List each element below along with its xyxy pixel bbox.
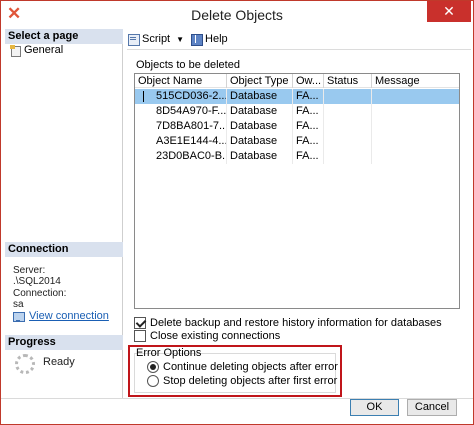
cell-object-name: 7D8BA801-7... [153, 119, 227, 134]
error-options-legend: Error Options [136, 347, 202, 359]
select-page-header: Select a page [5, 29, 123, 44]
footer-divider [1, 398, 473, 399]
progress-status: Ready [43, 356, 75, 368]
page-icon [10, 44, 21, 57]
radio-unselected-icon[interactable] [147, 375, 159, 387]
connection-value: sa [13, 299, 24, 310]
cell-message [372, 119, 459, 134]
cell-object-type: Database [227, 134, 293, 149]
chevron-down-icon[interactable]: ▼ [176, 35, 184, 44]
column-header-object-name[interactable]: Object Name [135, 74, 227, 88]
connection-properties-icon [13, 311, 25, 322]
toolbar: Script ▼ Help [127, 31, 234, 47]
cell-status [324, 149, 372, 164]
stop-after-error-radio[interactable]: Stop deleting objects after first error [147, 375, 337, 387]
stop-after-error-label: Stop deleting objects after first error [163, 375, 338, 387]
cell-owner: FA... [293, 119, 324, 134]
error-options-frame [134, 353, 336, 393]
delete-backup-history-checkbox[interactable]: Delete backup and restore history inform… [134, 316, 442, 330]
script-label: Script [142, 33, 171, 45]
column-header-status[interactable]: Status [324, 74, 372, 88]
cell-object-type: Database [227, 119, 293, 134]
table-row[interactable]: 8D54A970-F... Database FA... [135, 104, 459, 119]
error-options-group: Error Options Continue deleting objects … [128, 345, 342, 397]
table-row[interactable]: 23D0BAC0-B... Database FA... [135, 149, 459, 164]
close-button[interactable]: ✕ [427, 1, 471, 22]
cell-object-type: Database [227, 104, 293, 119]
column-header-owner[interactable]: Ow... [293, 74, 324, 88]
checkbox-checked-icon[interactable] [134, 317, 146, 329]
toolbar-divider [127, 49, 471, 50]
cell-object-type: Database [227, 149, 293, 164]
cell-message [372, 89, 459, 104]
help-label: Help [205, 33, 228, 45]
close-icon: ✕ [443, 3, 455, 19]
cell-status [324, 119, 372, 134]
script-icon [127, 33, 140, 46]
radio-selected-icon[interactable] [147, 361, 159, 373]
delete-objects-dialog: ✕ Delete Objects ✕ Select a page General… [0, 0, 474, 425]
continue-after-error-radio[interactable]: Continue deleting objects after error [147, 361, 338, 373]
left-panel: Select a page General Connection Server:… [5, 29, 123, 399]
close-connections-checkbox[interactable]: Close existing connections [134, 329, 280, 343]
help-icon [190, 33, 204, 46]
cell-object-name: 23D0BAC0-B... [153, 149, 227, 164]
cell-message [372, 134, 459, 149]
cell-owner: FA... [293, 134, 324, 149]
script-button[interactable]: Script ▼ [127, 33, 184, 46]
row-cursor-icon [135, 89, 153, 104]
window-title: Delete Objects [191, 7, 283, 23]
cell-owner: FA... [293, 149, 324, 164]
table-row[interactable]: 7D8BA801-7... Database FA... [135, 119, 459, 134]
progress-spinner-icon [15, 354, 35, 374]
page-item-general[interactable]: General [10, 43, 63, 57]
grid-header: Object Name Object Type Ow... Status Mes… [135, 74, 459, 88]
cell-message [372, 104, 459, 119]
cell-status [324, 104, 372, 119]
cell-object-name: 515CD036-2... [153, 89, 227, 104]
view-connection[interactable]: View connection [13, 310, 109, 322]
title-bar[interactable]: ✕ Delete Objects ✕ [1, 1, 473, 29]
page-item-label: General [24, 44, 64, 56]
cell-object-name: A3E1E144-4... [153, 134, 227, 149]
connection-header: Connection [5, 242, 123, 257]
cell-object-type: Database [227, 89, 293, 104]
cell-object-name: 8D54A970-F... [153, 104, 227, 119]
progress-header: Progress [5, 335, 123, 350]
server-value: .\SQL2014 [13, 276, 61, 287]
cell-status [324, 89, 372, 104]
column-header-message[interactable]: Message [372, 74, 459, 88]
table-row[interactable]: 515CD036-2... Database FA... [135, 89, 459, 104]
checkbox-unchecked-icon[interactable] [134, 330, 146, 342]
help-button[interactable]: Help [190, 33, 228, 46]
table-row[interactable]: A3E1E144-4... Database FA... [135, 134, 459, 149]
delete-backup-history-label: Delete backup and restore history inform… [150, 317, 442, 329]
cell-owner: FA... [293, 104, 324, 119]
connection-label: Connection: [13, 288, 67, 299]
server-label: Server: [13, 265, 46, 276]
continue-after-error-label: Continue deleting objects after error [163, 361, 338, 373]
close-connections-label: Close existing connections [150, 330, 281, 342]
cell-message [372, 149, 459, 164]
objects-grid[interactable]: Object Name Object Type Ow... Status Mes… [134, 73, 460, 309]
ok-button[interactable]: OK [350, 399, 399, 416]
cell-status [324, 134, 372, 149]
cancel-button[interactable]: Cancel [407, 399, 457, 416]
column-header-object-type[interactable]: Object Type [227, 74, 293, 88]
view-connection-link[interactable]: View connection [29, 310, 109, 322]
cell-owner: FA... [293, 89, 324, 104]
objects-label: Objects to be deleted [136, 59, 240, 71]
